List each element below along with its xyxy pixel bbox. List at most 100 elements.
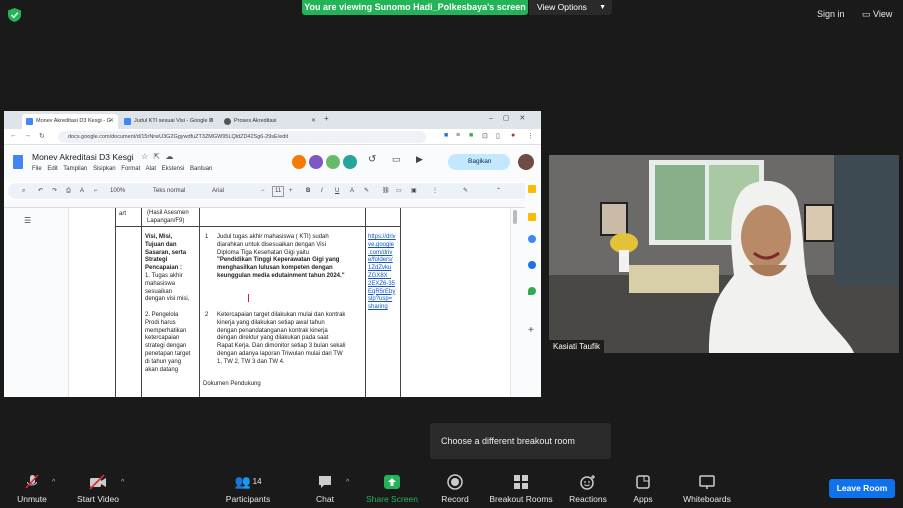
collaborator-avatar[interactable] bbox=[343, 155, 357, 169]
chat-button[interactable]: Chat bbox=[310, 468, 340, 504]
chevron-up-icon[interactable]: ^ bbox=[346, 479, 349, 486]
collaborator-avatar[interactable] bbox=[309, 155, 323, 169]
menu-ekstensi[interactable]: Ekstensi bbox=[162, 166, 185, 172]
participant-video[interactable]: Kasiati Taufik bbox=[549, 155, 899, 353]
leave-room-button[interactable]: Leave Room bbox=[829, 479, 895, 498]
close-icon[interactable]: ✕ bbox=[209, 114, 214, 129]
chevron-up-icon[interactable]: ^ bbox=[121, 479, 124, 486]
paint-format-icon[interactable]: ⌐ bbox=[94, 183, 98, 199]
edit-mode-icon[interactable]: ✎ bbox=[463, 183, 468, 199]
tab-label: Proses Akreditasi bbox=[234, 118, 277, 124]
apps-button[interactable]: Apps bbox=[628, 468, 658, 504]
record-button[interactable]: Record bbox=[436, 468, 474, 504]
profile-icon[interactable]: ● bbox=[511, 132, 515, 139]
cell-line: 2EXZ6-35 bbox=[368, 280, 396, 287]
back-icon[interactable]: ← bbox=[10, 132, 17, 139]
menu-bantuan[interactable]: Bantuan bbox=[190, 166, 212, 172]
search-icon[interactable]: ⌕ bbox=[22, 183, 25, 199]
keep-icon[interactable] bbox=[528, 213, 536, 221]
image-icon[interactable]: ▣ bbox=[411, 183, 417, 199]
browser-tab-2[interactable]: Judul KTI sesuai Visi - Google D ✕ bbox=[120, 114, 218, 129]
close-icon[interactable]: ✕ bbox=[109, 114, 114, 129]
sign-in-link[interactable]: Sign in bbox=[817, 9, 845, 19]
view-button[interactable]: ▭ View bbox=[862, 9, 892, 20]
style-select[interactable]: Teks normal bbox=[153, 183, 185, 199]
share-screen-button[interactable]: Share Screen bbox=[364, 468, 420, 504]
cell-line: diarahkan untuk disesuaikan dengan Visi bbox=[217, 241, 326, 248]
decrease-size-icon[interactable]: − bbox=[261, 183, 265, 199]
menu-edit[interactable]: Edit bbox=[47, 166, 57, 172]
undo-icon[interactable]: ↶ bbox=[38, 183, 43, 199]
meet-icon[interactable]: ▶ bbox=[416, 154, 423, 165]
cell-line: 1. Tugas akhir bbox=[145, 272, 183, 279]
print-icon[interactable]: ⎙ bbox=[66, 183, 71, 199]
contacts-icon[interactable] bbox=[528, 261, 536, 269]
cell-line: e/folders/ bbox=[368, 257, 393, 264]
maps-icon[interactable] bbox=[528, 287, 536, 295]
extension-icon[interactable]: ⊡ bbox=[482, 132, 488, 140]
outline-icon[interactable]: ☰ bbox=[24, 216, 31, 225]
extension-icon[interactable]: ≡ bbox=[456, 132, 460, 139]
participants-button[interactable]: 👥 14 Participants bbox=[222, 468, 274, 504]
collaborator-avatar[interactable] bbox=[326, 155, 340, 169]
text-color-icon[interactable]: A bbox=[350, 183, 354, 199]
keep-icon[interactable] bbox=[528, 185, 536, 193]
drive-link[interactable]: https://driv ve.google .com/driv e/folders/… bbox=[368, 234, 400, 312]
scrollbar[interactable] bbox=[513, 210, 517, 224]
doc-title[interactable]: Monev Akreditasi D3 Kesgi bbox=[32, 152, 134, 162]
collapse-icon[interactable]: ⌃ bbox=[496, 183, 501, 199]
doc-menu-bar: File Edit Tampilan Sisipkan Format Alat … bbox=[32, 166, 212, 172]
shield-icon[interactable] bbox=[8, 8, 21, 22]
history-icon[interactable]: ↺ bbox=[368, 154, 376, 165]
menu-sisipkan[interactable]: Sisipkan bbox=[93, 166, 116, 172]
start-video-button[interactable]: Start Video bbox=[72, 468, 124, 504]
font-select[interactable]: Arial bbox=[212, 183, 224, 199]
add-icon[interactable]: + bbox=[528, 325, 534, 336]
reload-icon[interactable]: ↻ bbox=[39, 132, 45, 140]
close-icon[interactable]: ✕ bbox=[311, 114, 316, 129]
sidebar-icon[interactable]: ▯ bbox=[496, 132, 500, 140]
more-icon[interactable]: ⋮ bbox=[432, 183, 438, 199]
menu-format[interactable]: Format bbox=[121, 166, 140, 172]
font-size-field[interactable]: 11 bbox=[272, 186, 285, 197]
menu-alat[interactable]: Alat bbox=[146, 166, 156, 172]
whiteboards-button[interactable]: Whiteboards bbox=[678, 468, 736, 504]
star-move-cloud-icons[interactable]: ☆ ⇱ ☁ bbox=[141, 152, 173, 161]
window-controls[interactable]: – ▢ ✕ bbox=[489, 114, 525, 122]
add-comment-icon[interactable]: ▭ bbox=[396, 183, 402, 199]
underline-icon[interactable]: U bbox=[335, 183, 339, 199]
participant-name: Kasiati Taufik bbox=[549, 340, 604, 353]
highlight-icon[interactable]: ✎ bbox=[364, 183, 369, 199]
unmute-button[interactable]: Unmute bbox=[12, 468, 52, 504]
browser-tab-1[interactable]: Monev Akreditasi D3 Kesgi - G ✕ bbox=[22, 114, 118, 129]
cell-line: 1, TW 2, TW 3 dan TW 4. bbox=[217, 358, 285, 365]
share-doc-button[interactable]: Bagikan bbox=[448, 154, 510, 170]
cell-line: Rapat Kerja. Dan dimonitor setiap 3 bula… bbox=[217, 343, 346, 350]
view-options-button[interactable]: View Options ▼ bbox=[529, 0, 612, 15]
collaborator-avatar[interactable] bbox=[292, 155, 306, 169]
bold-icon[interactable]: B bbox=[306, 183, 310, 199]
redo-icon[interactable]: ↷ bbox=[52, 183, 57, 199]
tasks-icon[interactable] bbox=[528, 235, 536, 243]
menu-tampilan[interactable]: Tampilan bbox=[63, 166, 87, 172]
new-tab-icon[interactable]: + bbox=[324, 114, 329, 123]
docs-logo-icon[interactable] bbox=[13, 155, 23, 169]
comment-icon[interactable]: ▭ bbox=[392, 154, 401, 165]
avatar[interactable] bbox=[518, 154, 534, 170]
url-field[interactable]: docs.google.com/document/d/15rNrwU3G2Ggy… bbox=[58, 131, 426, 143]
forward-icon[interactable]: → bbox=[24, 132, 31, 139]
extension-icon[interactable]: ■ bbox=[444, 132, 448, 139]
zoom-select[interactable]: 100% bbox=[110, 183, 125, 199]
spellcheck-icon[interactable]: A bbox=[80, 183, 84, 199]
extension-icon[interactable]: ■ bbox=[469, 132, 473, 139]
increase-size-icon[interactable]: + bbox=[289, 183, 293, 199]
reactions-button[interactable]: Reactions bbox=[566, 468, 610, 504]
italic-icon[interactable]: I bbox=[321, 183, 323, 199]
browser-tab-3[interactable]: Proses Akreditasi ✕ bbox=[220, 114, 320, 129]
breakout-rooms-button[interactable]: Breakout Rooms bbox=[486, 468, 556, 504]
table-cell-item-2: Ketercapaian target dilakukan mulai dan … bbox=[217, 312, 367, 367]
menu-icon[interactable]: ⋮ bbox=[527, 132, 534, 140]
menu-file[interactable]: File bbox=[32, 166, 42, 172]
link-icon[interactable]: ⛓ bbox=[382, 183, 390, 199]
chevron-up-icon[interactable]: ^ bbox=[52, 479, 55, 486]
